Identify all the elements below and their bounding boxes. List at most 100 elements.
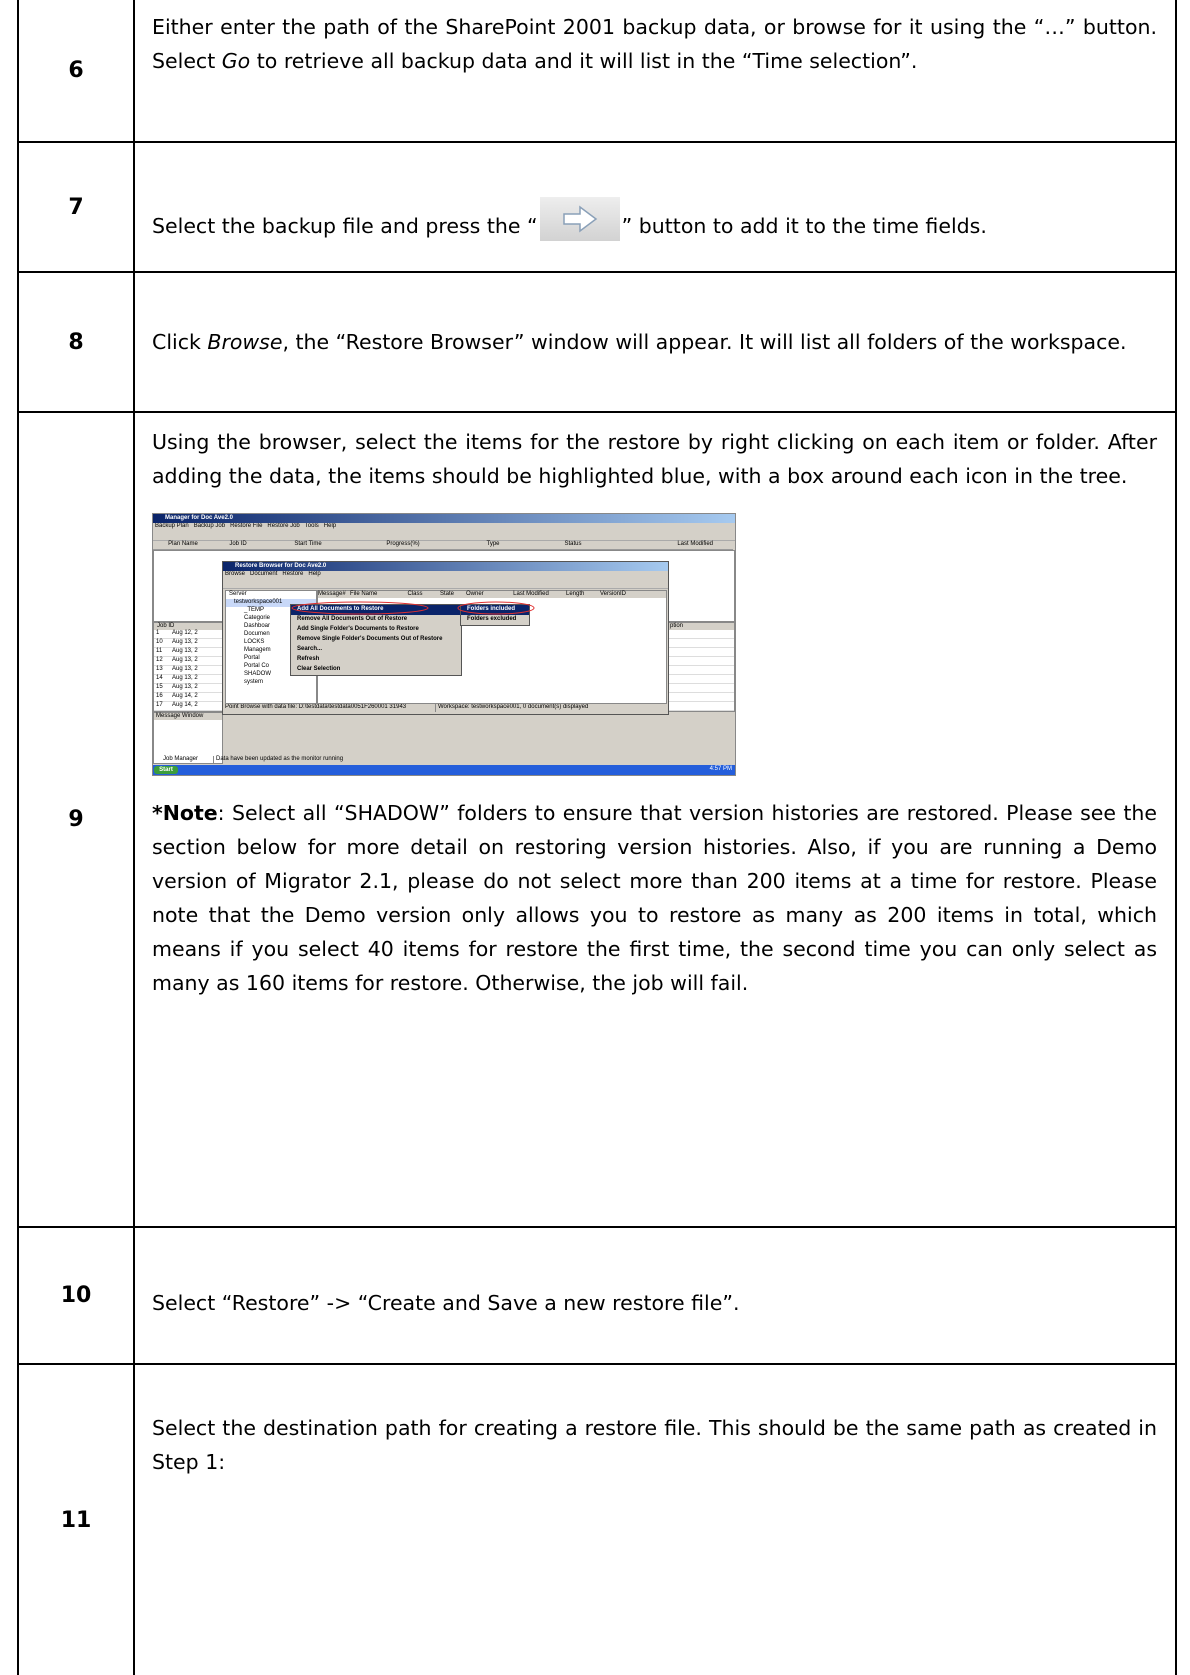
column-header: Type [486,541,500,547]
menu-bar: Backup Plan Backup Job Restore File Restore… [153,523,735,531]
toolbar [153,531,735,541]
context-menu-item: Remove All Documents Out of Restore [297,616,408,622]
plan-columns: Plan Name Job ID Start Time Progress(%) … [153,541,733,550]
column-header: Status [564,541,582,547]
text-part: Click [152,330,208,354]
step-row-11: 11 Select the destination path for creat… [19,1365,1175,1675]
message-window-title: Message Window [154,713,222,720]
step-text: Click Browse, the “Restore Browser” wind… [135,273,1175,411]
job-cell: 17 [156,702,163,708]
context-menu-item: Search... [297,646,323,652]
submenu-item: Folders excluded [467,616,517,622]
column-header: Class [407,591,423,597]
taskbar: Start 4:57 PM [153,765,735,775]
main-status-bar: Job Manager Data have been updated as th… [153,756,733,764]
job-cell: Aug 12, 2 [172,630,198,636]
step-row-9: 9 Using the browser, select the items fo… [19,413,1175,1228]
menu-item: Browse [225,571,246,577]
step-number: 7 [19,143,135,271]
job-cell: 14 [156,675,163,681]
step-paragraph: Using the browser, select the items for … [152,430,1157,488]
menu-item: Restore [282,571,304,577]
app-screenshot: Manager for Doc Ave2.0 Backup Plan Backup… [152,513,736,776]
arrow-button-icon [539,197,620,241]
inner-toolbar [223,579,668,589]
step-number: 6 [19,0,135,141]
column-header: File Name [350,591,378,597]
step-text: Using the browser, select the items for … [135,413,1175,1226]
menu-item: Document [250,571,278,577]
column-header: ption [670,623,730,630]
job-cell: Aug 13, 2 [172,639,198,645]
job-cell: 13 [156,666,163,672]
note-text: : Select all “SHADOW” folders to ensure … [152,801,1157,995]
menu-item: Restore Job [267,523,300,529]
job-cell: Aug 13, 2 [172,657,198,663]
job-cell: Aug 14, 2 [172,693,198,699]
menu-item: Backup Plan [155,523,189,529]
step-row-10: 10 Select “Restore” -> “Create and Save … [19,1228,1175,1365]
note-paragraph: *Note: Select all “SHADOW” folders to en… [152,796,1157,1000]
menu-item: Backup Job [193,523,226,529]
status-text: Job Manager [163,756,199,762]
column-header: Plan Name [168,541,198,547]
menu-item: Restore File [230,523,263,529]
instruction-table: 6 Either enter the path of the SharePoin… [17,0,1177,1675]
step-text: Select “Restore” -> “Create and Save a n… [135,1228,1175,1363]
menu-item: Tools [304,523,319,529]
step-paragraph: Select the destination path for creating… [152,1416,1157,1474]
job-cell: 12 [156,657,163,663]
text-part: , the “Restore Browser” window will appe… [282,330,1127,354]
step-paragraph: Select “Restore” -> “Create and Save a n… [152,1290,740,1315]
step-text: Either enter the path of the SharePoint … [135,0,1175,141]
menu-item: Help [308,571,321,577]
job-cell: Aug 13, 2 [172,675,198,681]
text-part: to retrieve all backup data and it will … [250,49,918,73]
job-cell: 16 [156,693,163,699]
column-header: Length [566,591,585,597]
inner-status-bar: Point Browse with data file: D:\testdata… [225,704,664,712]
job-cell: Aug 13, 2 [172,684,198,690]
column-header: State [440,591,455,597]
job-cell: 1 [156,630,160,636]
clock: 4:57 PM [709,766,732,772]
status-text: Data have been updated as the monitor ru… [213,756,343,764]
column-header: Start Time [294,541,322,547]
job-cell: 11 [156,648,163,654]
column-header: VersionID [600,591,627,597]
emphasis-go: Go [221,49,251,73]
step-row-8: 8 Click Browse, the “Restore Browser” wi… [19,273,1175,413]
inner-window-title: Restore Browser for Doc Ave2.0 [223,562,668,571]
highlight-ellipse-icon [291,601,535,615]
job-cell: 10 [156,639,163,645]
window-title: Manager for Doc Ave2.0 [153,514,735,523]
text-part: Select the backup file and press the “ [152,214,538,238]
status-text: Workspace: testworkspace001, 0 document(… [435,704,664,712]
inner-menu-bar: Browse Document Restore Help [223,571,668,579]
status-text: Point Browse with data file: D:\testdata… [225,704,407,710]
text-part: ” button to add it to the time fields. [621,214,987,238]
step-number: 10 [19,1228,135,1363]
note-label: *Note [152,801,218,825]
emphasis-browse: Browse [207,330,283,354]
job-cell: 15 [156,684,163,690]
context-menu-item: Refresh [297,656,320,662]
column-header: Message# [318,591,346,597]
menu-item: Help [323,523,337,529]
tree-item: Server [229,591,247,597]
document-columns: Message# File Name Class State Owner Las… [318,591,666,598]
step-text: Select the backup file and press the “ ” … [135,143,1175,271]
column-header: Owner [466,591,484,597]
step-number: 8 [19,273,135,411]
job-cell: Aug 13, 2 [172,648,198,654]
step-row-6: 6 Either enter the path of the SharePoin… [19,0,1175,143]
column-header: Last Modified [677,541,713,547]
start-button: Start [154,766,178,774]
step-number: 9 [19,413,135,1226]
job-cell: Aug 14, 2 [172,702,198,708]
tree-item: system [244,679,264,685]
job-cell: Aug 13, 2 [172,666,198,672]
step-row-7: 7 Select the backup file and press the “… [19,143,1175,273]
step-text: Select the destination path for creating… [135,1365,1175,1675]
column-header: Job ID [229,541,247,547]
